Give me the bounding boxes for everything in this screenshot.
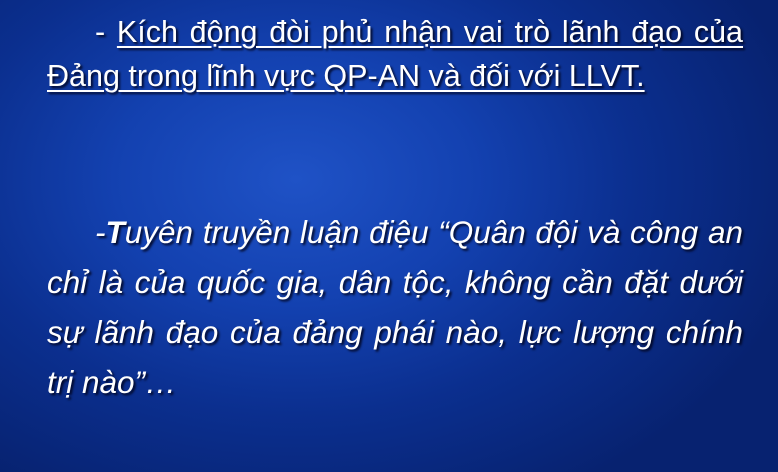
bullet-dash: - [95, 15, 117, 49]
bullet-point-1: - Kích động đòi phủ nhận vai trò lãnh đạ… [47, 10, 743, 98]
bullet-text: uyên truyền luận điệu “Quân đội và công … [47, 214, 743, 400]
bullet-first-letter: T [105, 214, 125, 250]
bullet-text: Kích động đòi phủ nhận vai trò lãnh đạo … [47, 15, 743, 93]
bullet-point-2: -Tuyên truyền luận điệu “Quân đội và côn… [47, 207, 743, 407]
slide: - Kích động đòi phủ nhận vai trò lãnh đạ… [0, 0, 778, 472]
bullet-dash: - [95, 214, 106, 250]
